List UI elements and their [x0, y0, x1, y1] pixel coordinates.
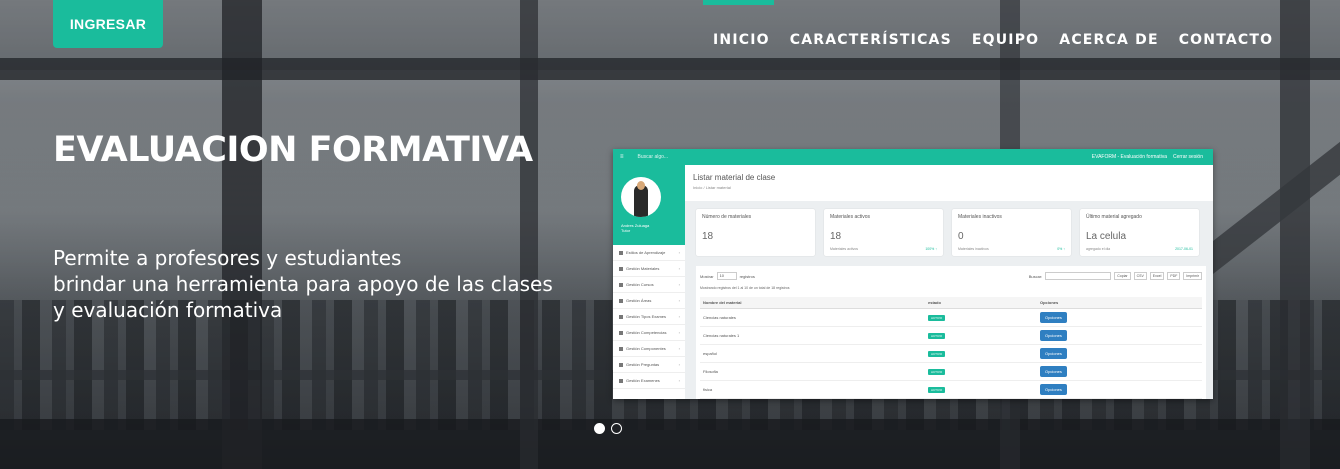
status-badge: ACTIVO	[928, 332, 946, 339]
table-row: Filosofia ACTIVO Opciones	[700, 362, 1202, 381]
sidebar-item: Gestión Preguntas ›	[613, 357, 685, 373]
hero-title: EVALUACION FORMATIVA	[53, 130, 533, 170]
sidebar-item: Estilos de Aprendizaje ›	[613, 245, 685, 261]
status-badge: ACTIVO	[928, 368, 946, 375]
slider-dot-2[interactable]	[611, 423, 622, 434]
preview-brand: EVAFORM - Evaluación formativa	[1091, 154, 1167, 160]
preview-page-header: Listar material de clase Inicio / Listar…	[685, 165, 1213, 201]
preview-materials-table: Nombre del material estado Opciones Cien…	[700, 297, 1202, 399]
preview-topbar: ≡ Buscar algo... EVAFORM - Evaluación fo…	[613, 149, 1213, 165]
stat-card: Materiales inactivos 0 Materiales inacti…	[952, 209, 1071, 256]
book-icon	[619, 314, 623, 319]
stat-card: Último material agregado La celula agreg…	[1080, 209, 1199, 256]
slider-dot-1[interactable]	[594, 423, 605, 434]
status-badge: ACTIVO	[928, 386, 946, 393]
bank-icon	[619, 250, 623, 255]
hero-description-line: y evaluación formativa	[53, 298, 283, 322]
hero-description-line: brindar una herramienta para apoyo de la…	[53, 272, 553, 296]
sidebar-item: Gestión Cursos ›	[613, 277, 685, 293]
pencil-icon	[619, 378, 623, 383]
avatar	[621, 177, 661, 217]
menu-icon: ≡	[620, 154, 624, 160]
status-badge: ACTIVO	[928, 314, 946, 321]
chevron-right-icon: ›	[678, 314, 680, 319]
nav-item-equipo[interactable]: EQUIPO	[962, 31, 1049, 49]
preview-sidebar: Andres Zuluaga Tutor Estilos de Aprendiz…	[613, 165, 685, 399]
book-icon	[619, 346, 623, 351]
main-nav: INICIO CARACTERÍSTICAS EQUIPO ACERCA DE …	[703, 31, 1283, 49]
nav-item-inicio[interactable]: INICIO	[703, 31, 780, 49]
chevron-right-icon: ›	[678, 330, 680, 335]
book-icon	[619, 330, 623, 335]
nav-item-acerca-de[interactable]: ACERCA DE	[1049, 31, 1168, 49]
table-row: fisica ACTIVO Opciones	[700, 380, 1202, 399]
breadcrumb: Inicio / Listar material	[693, 185, 731, 190]
preview-page-title: Listar material de clase	[693, 173, 776, 182]
status-badge: ACTIVO	[928, 350, 946, 357]
options-button: Opciones	[1040, 347, 1067, 359]
stat-card: Número de materiales 18	[696, 209, 815, 256]
sidebar-item: Gestión Examenes ›	[613, 373, 685, 389]
slider-pagination	[594, 423, 622, 434]
question-icon	[619, 362, 623, 367]
sidebar-item: Gestión Materiales ›	[613, 261, 685, 277]
preview-profile: Andres Zuluaga Tutor	[613, 165, 685, 245]
stat-card: Materiales activos 18 Materiales activos…	[824, 209, 943, 256]
chevron-right-icon: ›	[678, 298, 680, 303]
chevron-right-icon: ›	[678, 250, 680, 255]
pencil-icon	[619, 298, 623, 303]
table-row: Ciencias naturales ACTIVO Opciones	[700, 308, 1202, 327]
preview-stat-cards: Número de materiales 18 Materiales activ…	[696, 209, 1199, 256]
hero-description: Permite a profesores y estudiantes brind…	[53, 245, 598, 323]
preview-table-panel: Mostrar 10 registros Buscar: Copiar CSV …	[696, 266, 1206, 399]
chevron-right-icon: ›	[678, 362, 680, 367]
sidebar-item: Gestión Competencias ›	[613, 325, 685, 341]
active-nav-indicator	[703, 0, 774, 5]
chevron-right-icon: ›	[678, 378, 680, 383]
options-button: Opciones	[1040, 311, 1067, 323]
book-icon	[619, 266, 623, 271]
sidebar-item: Gestión Tipos Exames ›	[613, 309, 685, 325]
profile-role: Tutor	[621, 228, 631, 233]
options-button: Opciones	[1040, 365, 1067, 377]
preview-search: Buscar algo...	[637, 154, 669, 160]
chevron-right-icon: ›	[678, 282, 680, 287]
preview-search-input	[1045, 272, 1112, 280]
sidebar-item: Gestión Componentes ›	[613, 341, 685, 357]
hero-description-line: Permite a profesores y estudiantes	[53, 246, 402, 270]
nav-item-caracteristicas[interactable]: CARACTERÍSTICAS	[780, 31, 962, 49]
app-preview-screenshot: ≡ Buscar algo... EVAFORM - Evaluación fo…	[613, 149, 1213, 399]
chevron-right-icon: ›	[678, 266, 680, 271]
pencil-icon	[619, 282, 623, 287]
login-button[interactable]: INGRESAR	[53, 0, 163, 48]
table-row: español ACTIVO Opciones	[700, 344, 1202, 363]
table-row: Ciencias naturales 1 ACTIVO Opciones	[700, 326, 1202, 345]
preview-logout: Cerrar sesión	[1172, 154, 1203, 160]
options-button: Opciones	[1040, 383, 1067, 395]
options-button: Opciones	[1040, 329, 1067, 341]
chevron-right-icon: ›	[678, 346, 680, 351]
nav-item-contacto[interactable]: CONTACTO	[1169, 31, 1284, 49]
sidebar-item: Gestión Áreas ›	[613, 293, 685, 309]
